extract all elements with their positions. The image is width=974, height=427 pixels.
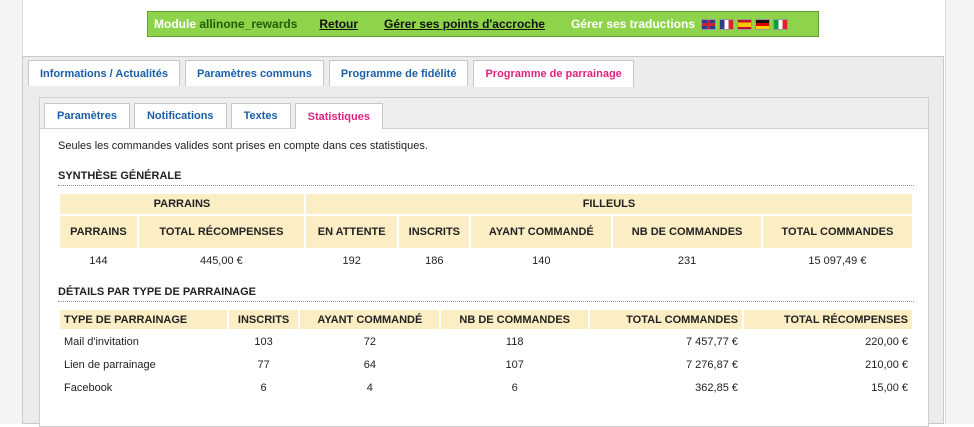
summary-group-parrains: PARRAINS	[60, 194, 304, 214]
details-header: TYPE DE PARRAINAGE	[60, 310, 227, 329]
statistics-content: Seules les commandes valides sont prises…	[58, 140, 914, 400]
details-cell: 107	[505, 358, 524, 371]
details-cell: Mail d'invitation	[64, 335, 139, 348]
details-header: INSCRITS	[228, 310, 299, 329]
module-label: Module allinone_rewards	[154, 17, 298, 31]
details-cell: Facebook	[64, 381, 113, 394]
details-cell: 4	[366, 381, 373, 394]
details-cell: 6	[260, 381, 267, 394]
subtab-statistics[interactable]: Statistiques	[294, 103, 383, 129]
sub-tabs: Paramètres Notifications Textes Statisti…	[40, 98, 928, 129]
details-cell: 103	[254, 335, 273, 348]
summary-header: NB DE COMMANDES	[613, 216, 761, 248]
summary-header: AYANT COMMANDÉ	[471, 216, 612, 248]
summary-title: SYNTHÈSE GÉNÉRALE	[58, 170, 914, 186]
details-header: AYANT COMMANDÉ	[300, 310, 440, 329]
summary-group-filleuls: FILLEULS	[305, 194, 912, 214]
tab-referral-program[interactable]: Programme de parrainage	[473, 60, 634, 87]
tab-common-settings[interactable]: Paramètres communs	[184, 60, 324, 86]
statistics-note: Seules les commandes valides sont prises…	[58, 140, 428, 152]
main-tabs: Informations / Actualités Paramètres com…	[23, 57, 634, 87]
details-cell: 7 457,77 €	[686, 335, 738, 348]
details-cell: 77	[257, 358, 270, 371]
details-header: TOTAL COMMANDES	[589, 310, 742, 329]
summary-table: PARRAINS FILLEULS PARRAINS TOTAL RÉCOMPE…	[58, 192, 914, 274]
summary-value: 144	[89, 255, 108, 267]
table-row: Mail d'invitation 103 72 118 7 457,77 € …	[60, 331, 912, 352]
window-frame-left	[0, 0, 23, 424]
de-flag-icon[interactable]	[755, 18, 771, 30]
summary-value: 186	[425, 255, 444, 267]
details-cell: Lien de parrainage	[64, 358, 156, 371]
details-table: TYPE DE PARRAINAGE INSCRITS AYANT COMMAN…	[58, 308, 914, 400]
details-cell: 118	[505, 335, 524, 348]
details-header: NB DE COMMANDES	[441, 310, 588, 329]
back-link[interactable]: Retour	[319, 17, 358, 31]
table-row: Facebook 6 4 6 362,85 € 15,00 €	[60, 377, 912, 398]
summary-header: INSCRITS	[399, 216, 470, 248]
summary-header: EN ATTENTE	[305, 216, 398, 248]
details-cell: 362,85 €	[695, 381, 738, 394]
details-header: TOTAL RÉCOMPENSES	[744, 310, 912, 329]
summary-value: 140	[532, 255, 551, 267]
summary-value: 231	[677, 255, 697, 267]
summary-header: TOTAL RÉCOMPENSES	[138, 216, 304, 248]
window-frame-right	[945, 0, 974, 424]
table-row: Lien de parrainage 77 64 107 7 276,87 € …	[60, 354, 912, 375]
module-name: allinone_rewards	[199, 17, 298, 31]
details-cell: 7 276,87 €	[686, 358, 738, 371]
subtab-settings[interactable]: Paramètres	[44, 103, 130, 128]
details-cell: 220,00 €	[865, 335, 908, 348]
summary-header: TOTAL COMMANDES	[762, 216, 912, 248]
main-panel: Informations / Actualités Paramètres com…	[22, 56, 944, 427]
summary-header: PARRAINS	[60, 216, 137, 248]
details-cell: 6	[511, 381, 518, 394]
es-flag-icon[interactable]	[737, 18, 753, 30]
module-toolbar: Module allinone_rewards Retour Gérer ses…	[147, 11, 819, 37]
details-title: DÉTAILS PAR TYPE DE PARRAINAGE	[58, 286, 914, 302]
details-cell: 72	[363, 335, 376, 348]
details-cell: 15,00 €	[871, 381, 908, 394]
subtab-notifications[interactable]: Notifications	[133, 103, 227, 128]
summary-value: 15 097,49 €	[808, 255, 867, 267]
details-cell: 210,00 €	[865, 358, 908, 371]
manage-hooks-link[interactable]: Gérer ses points d'accroche	[384, 17, 545, 31]
it-flag-icon[interactable]	[773, 18, 789, 30]
fr-flag-icon[interactable]	[719, 18, 735, 30]
table-row: 144 445,00 € 192 186 140 231 15 097,49 €	[60, 250, 912, 272]
referral-panel: Paramètres Notifications Textes Statisti…	[39, 97, 929, 427]
gb-flag-icon[interactable]	[701, 18, 717, 30]
tab-loyalty-program[interactable]: Programme de fidélité	[328, 60, 469, 86]
summary-value: 445,00 €	[199, 255, 243, 267]
tab-informations[interactable]: Informations / Actualités	[28, 60, 180, 86]
subtab-texts[interactable]: Textes	[230, 103, 291, 128]
manage-translations-label: Gérer ses traductions	[570, 17, 696, 31]
summary-value: 192	[342, 255, 361, 267]
details-cell: 64	[363, 358, 376, 371]
